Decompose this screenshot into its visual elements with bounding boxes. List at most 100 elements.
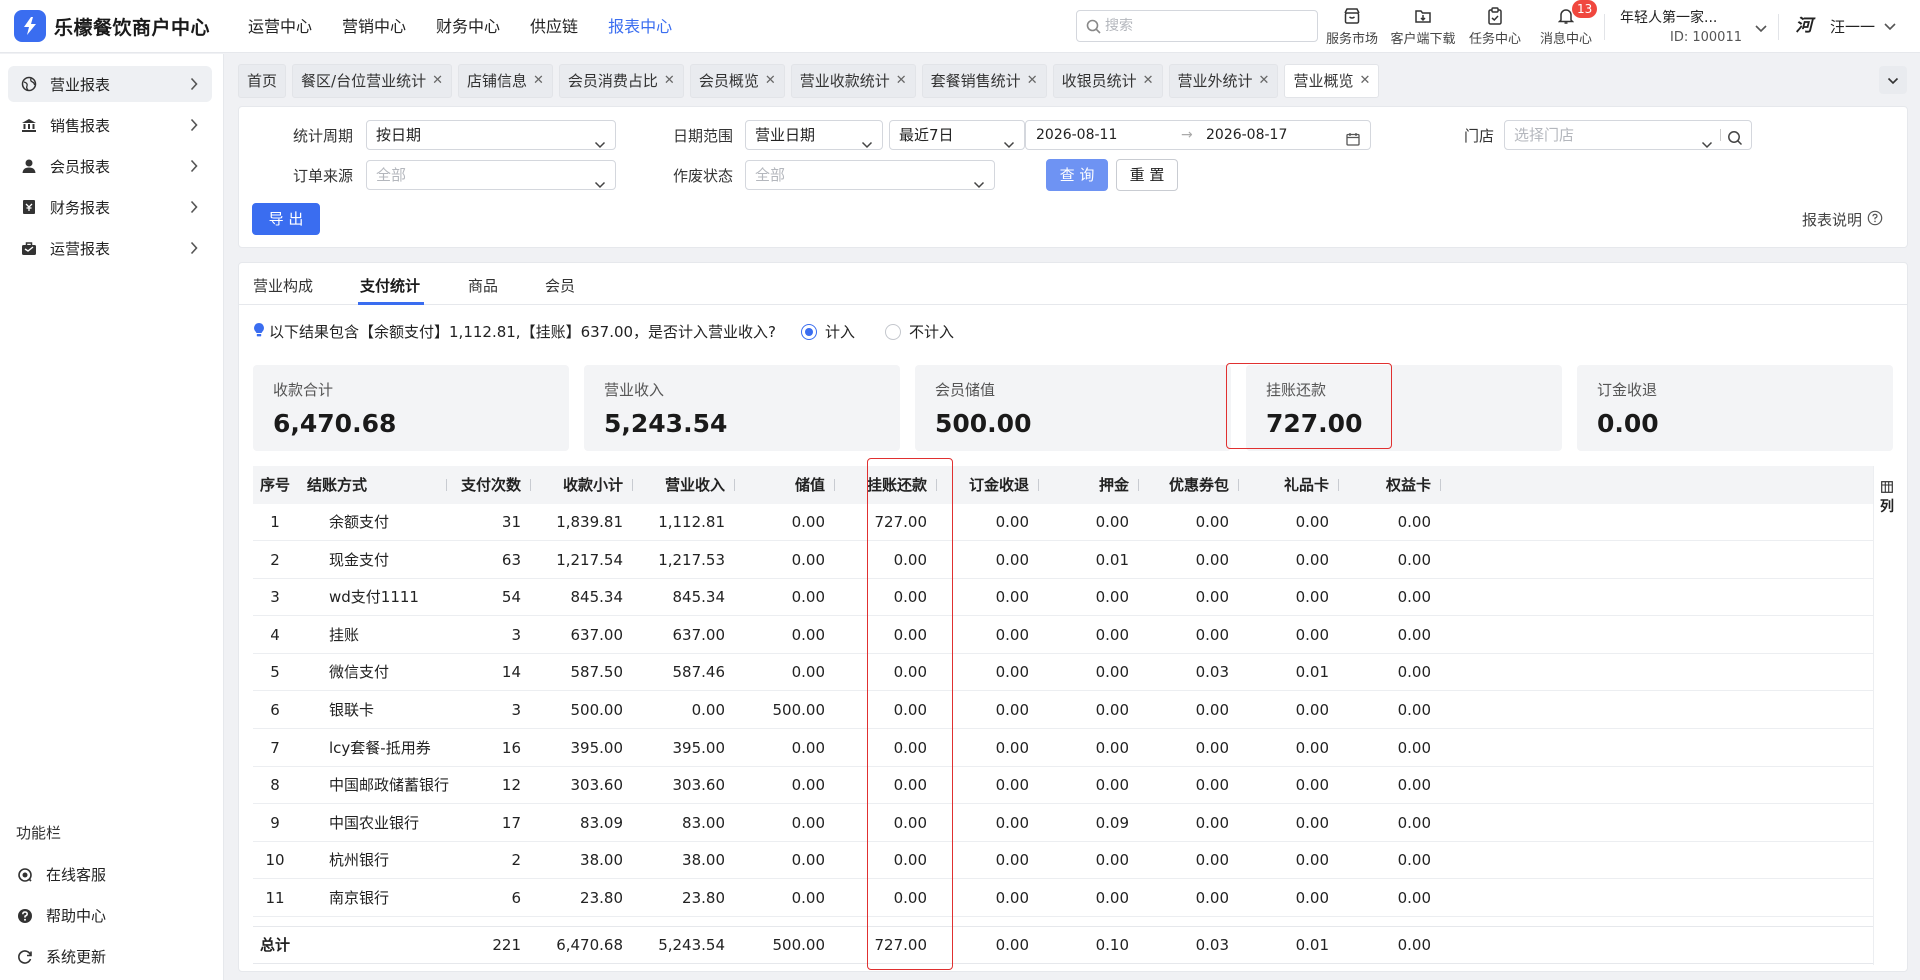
- table-row[interactable]: 6 银联卡 3 500.00 0.00 500.00 0.00 0.00 0.00 0.00 0.0…: [253, 692, 1873, 729]
- table-row[interactable]: 5 微信支付 14 587.50 587.46 0.00 0.00 0.00 0.00 0.03 0…: [253, 654, 1873, 692]
- tab-cashier-stats[interactable]: 收银员统计 ✕: [1052, 64, 1163, 98]
- sidebar-item-member-report[interactable]: 会员报表: [8, 148, 212, 184]
- chevron-right-icon: [190, 159, 198, 177]
- date-end[interactable]: 2026-08-17: [1206, 121, 1287, 149]
- date-type-select[interactable]: 营业日期: [745, 120, 883, 150]
- table-row[interactable]: 3 wd支付1111 54 845.34 845.34 0.00 0.00 0.00 0.00 0…: [253, 579, 1873, 617]
- close-icon[interactable]: ✕: [533, 65, 544, 97]
- search-input[interactable]: [1105, 16, 1305, 36]
- column-resize-handle[interactable]: [1238, 479, 1239, 491]
- tab-non-business-stats[interactable]: 营业外统计 ✕: [1168, 64, 1279, 98]
- header-col-income[interactable]: 营业收入: [633, 466, 735, 504]
- cell-col-count: 3: [511, 625, 521, 644]
- store-select[interactable]: 选择门店: [1504, 120, 1752, 150]
- header-col-method[interactable]: 结账方式: [307, 466, 447, 504]
- cell-col-subtotal: 83.09: [580, 813, 623, 832]
- header-col-giftcard[interactable]: 礼品卡: [1241, 466, 1339, 504]
- topnav-item-marketing[interactable]: 营销中心: [342, 0, 406, 53]
- table-row[interactable]: 8 中国邮政储蓄银行 12 303.60 303.60 0.00 0.00 0.00 0.00 0…: [253, 767, 1873, 805]
- exclude-radio[interactable]: 不计入: [885, 321, 954, 342]
- table-row[interactable]: 1 余额支付 31 1,839.81 1,112.81 0.00 727.00 0.00 0.0…: [253, 504, 1873, 541]
- cell-col-equity: 0.00: [1397, 738, 1431, 757]
- user-menu[interactable]: 河 汪一一: [1790, 12, 1897, 40]
- table-header: 序号 结账方式 支付次数 收款小计 营业收入 储值 挂账还款 订金收退 押金 优惠券包 礼品卡 权益卡: [253, 466, 1873, 504]
- close-icon[interactable]: ✕: [664, 65, 675, 97]
- app-logo[interactable]: 乐檬餐饮商户中心: [14, 10, 210, 42]
- tabs-dropdown-button[interactable]: [1879, 66, 1907, 94]
- topnav-item-supply-chain[interactable]: 供应链: [530, 0, 578, 53]
- column-resize-handle[interactable]: [1440, 479, 1441, 491]
- tab-business-composition[interactable]: 营业构成: [253, 275, 313, 296]
- online-service-link[interactable]: 在线客服: [16, 864, 106, 885]
- sidebar-item-business-report[interactable]: 营业报表: [8, 66, 212, 102]
- tab-member-overview[interactable]: 会员概览 ✕: [689, 64, 785, 98]
- task-center-button[interactable]: 任务中心: [1459, 6, 1531, 47]
- table-row[interactable]: 7 lcy套餐-抵用券 16 395.00 395.00 0.00 0.00 0.00 0.00…: [253, 730, 1873, 767]
- sidebar-item-finance-report[interactable]: 财务报表: [8, 189, 212, 225]
- close-icon[interactable]: ✕: [765, 65, 776, 97]
- tab-home[interactable]: 首页: [238, 64, 287, 98]
- close-icon[interactable]: ✕: [432, 65, 443, 97]
- export-button[interactable]: 导 出: [252, 203, 320, 235]
- help-center-link[interactable]: 帮助中心: [16, 905, 106, 926]
- header-col-deposit[interactable]: 储值: [735, 466, 835, 504]
- tab-products[interactable]: 商品: [468, 275, 498, 296]
- store-switcher[interactable]: 年轻人第一家... ID: 100011: [1620, 7, 1768, 45]
- include-radio[interactable]: 计入: [801, 321, 855, 342]
- header-col-subtotal[interactable]: 收款小计: [531, 466, 633, 504]
- topnav-item-reports[interactable]: 报表中心: [608, 0, 672, 53]
- column-settings-button[interactable]: 列: [1873, 466, 1899, 965]
- search-icon[interactable]: [1727, 127, 1743, 155]
- date-preset-select[interactable]: 最近7日: [889, 120, 1025, 150]
- service-market-button[interactable]: 服务市场: [1316, 6, 1388, 47]
- message-center-button[interactable]: 13 消息中心: [1530, 0, 1602, 47]
- sidebar-item-sales-report[interactable]: 销售报表: [8, 107, 212, 143]
- total-col-income: 5,243.54: [658, 936, 725, 954]
- tab-payment-stats[interactable]: 支付统计: [360, 275, 420, 296]
- table-row[interactable]: 4 挂账 3 637.00 637.00 0.00 0.00 0.00 0.00 0.00 0.00…: [253, 617, 1873, 654]
- report-help-link[interactable]: 报表说明: [1802, 209, 1883, 230]
- close-icon[interactable]: ✕: [1143, 65, 1154, 97]
- table-row[interactable]: 11 南京银行 6 23.80 23.80 0.00 0.00 0.00 0.00 0.00 0.0…: [253, 880, 1873, 917]
- client-download-button[interactable]: 客户端下载: [1387, 6, 1459, 47]
- tab-members[interactable]: 会员: [545, 275, 575, 296]
- header-col-count[interactable]: 支付次数: [441, 466, 531, 504]
- close-icon[interactable]: ✕: [1259, 65, 1270, 97]
- sidebar-item-operations-report[interactable]: 运营报表: [8, 230, 212, 266]
- date-type-value: 营业日期: [755, 126, 816, 144]
- close-icon[interactable]: ✕: [1359, 65, 1370, 97]
- topnav-item-operations[interactable]: 运营中心: [248, 0, 312, 53]
- table-row[interactable]: 2 现金支付 63 1,217.54 1,217.53 0.00 0.00 0.00 0.01 0…: [253, 542, 1873, 579]
- tab-store-info[interactable]: 店铺信息 ✕: [457, 64, 553, 98]
- header-col-index[interactable]: 序号: [253, 466, 297, 504]
- tab-combo-sales-stats[interactable]: 套餐销售统计 ✕: [921, 64, 1047, 98]
- cell-col-giftcard: 0.00: [1295, 813, 1329, 832]
- table-row[interactable]: 9 中国农业银行 17 83.09 83.00 0.00 0.00 0.00 0.09 0.00 0…: [253, 805, 1873, 842]
- cell-col-income: 845.34: [672, 588, 726, 607]
- void-status-select[interactable]: 全部: [745, 160, 995, 190]
- tab-business-overview[interactable]: 营业概览 ✕: [1284, 64, 1380, 98]
- topnav-item-finance[interactable]: 财务中心: [436, 0, 500, 53]
- tool-label: 消息中心: [1539, 32, 1592, 47]
- global-search[interactable]: [1076, 10, 1318, 42]
- column-resize-handle[interactable]: [1338, 479, 1339, 491]
- stat-value: 500.00: [935, 409, 1032, 438]
- cell-col-count: 63: [501, 550, 521, 569]
- date-start[interactable]: 2026-08-11: [1036, 121, 1117, 149]
- period-select[interactable]: 按日期: [366, 120, 616, 150]
- header-col-equity[interactable]: 权益卡: [1341, 466, 1441, 504]
- system-update-link[interactable]: 系统更新: [16, 946, 106, 967]
- header-col-coupon[interactable]: 优惠券包: [1139, 466, 1239, 504]
- tab-area-table-stats[interactable]: 餐区/台位营业统计 ✕: [292, 64, 452, 98]
- date-range-picker[interactable]: 2026-08-11 → 2026-08-17: [1025, 120, 1371, 150]
- table-row[interactable]: 10 杭州银行 2 38.00 38.00 0.00 0.00 0.00 0.00 0.00 0.0…: [253, 842, 1873, 880]
- reset-button[interactable]: 重 置: [1116, 159, 1178, 191]
- query-button[interactable]: 查 询: [1046, 159, 1108, 191]
- tab-member-consumption-share[interactable]: 会员消费占比 ✕: [558, 64, 684, 98]
- radio-unchecked-icon: [885, 323, 901, 340]
- close-icon[interactable]: ✕: [1027, 65, 1038, 97]
- header-col-security[interactable]: 押金: [1039, 466, 1139, 504]
- order-source-select[interactable]: 全部: [366, 160, 616, 190]
- tab-business-collection-stats[interactable]: 营业收款统计 ✕: [790, 64, 916, 98]
- close-icon[interactable]: ✕: [896, 65, 907, 97]
